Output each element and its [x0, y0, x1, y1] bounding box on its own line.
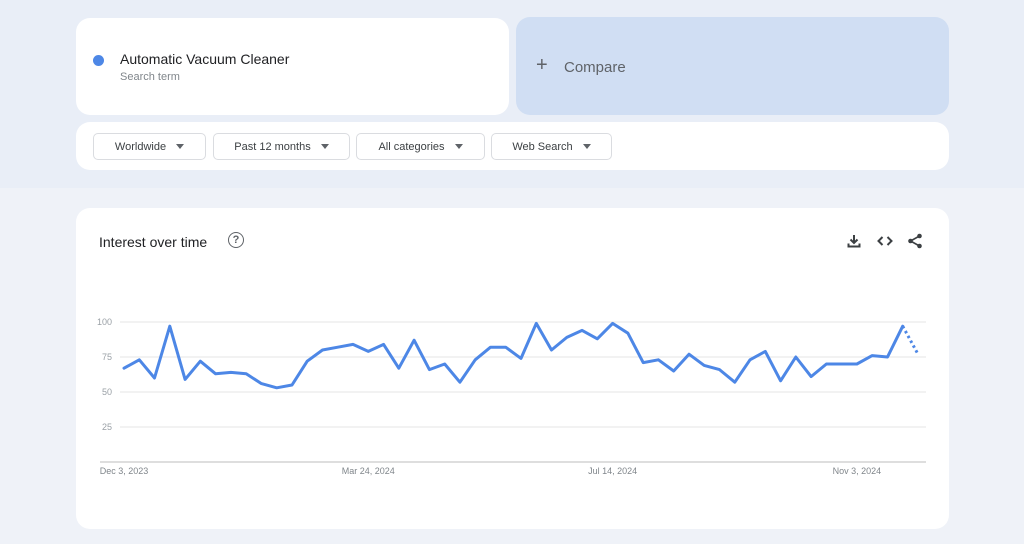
line-chart: 25 50 75 100 Dec 3, 2023 Mar 24, 2024 Jul 14, … — [97, 317, 926, 476]
caret-down-icon — [454, 144, 463, 149]
partial-data-segment — [901, 325, 920, 355]
time-range-filter-dropdown[interactable]: Past 12 months — [213, 133, 350, 160]
caret-down-icon — [320, 144, 329, 149]
category-filter-label: All categories — [378, 140, 445, 153]
compare-button[interactable]: + Compare — [516, 17, 949, 115]
x-tick-label: Mar 24, 2024 — [342, 466, 395, 476]
search-type-filter-dropdown[interactable]: Web Search — [491, 133, 612, 160]
filter-bar: Worldwide Past 12 months All categories … — [76, 122, 949, 170]
y-tick-label: 25 — [102, 422, 112, 432]
search-type-filter-label: Web Search — [512, 140, 573, 153]
interest-over-time-panel: Interest over time ? 25 50 75 100 Dec 3, 202… — [76, 208, 949, 529]
time-range-filter-label: Past 12 months — [234, 140, 311, 153]
region-filter-dropdown[interactable]: Worldwide — [93, 133, 206, 160]
y-tick-label: 50 — [102, 387, 112, 397]
category-filter-dropdown[interactable]: All categories — [356, 133, 485, 160]
x-tick-label: Jul 14, 2024 — [588, 466, 637, 476]
x-tick-label: Nov 3, 2024 — [833, 466, 882, 476]
y-tick-label: 75 — [102, 352, 112, 362]
caret-down-icon — [582, 144, 591, 149]
region-filter-label: Worldwide — [114, 140, 167, 153]
search-term-card[interactable]: Automatic Vacuum Cleaner Search term — [76, 18, 509, 115]
caret-down-icon — [176, 144, 185, 149]
search-term-subtitle: Search term — [120, 71, 180, 83]
plus-icon: + — [536, 54, 548, 76]
compare-label: Compare — [564, 59, 626, 76]
search-term-name[interactable]: Automatic Vacuum Cleaner — [120, 51, 289, 67]
x-tick-label: Dec 3, 2023 — [100, 466, 149, 476]
series-line — [122, 321, 905, 390]
y-tick-label: 100 — [97, 317, 112, 327]
series-color-dot — [93, 55, 104, 66]
